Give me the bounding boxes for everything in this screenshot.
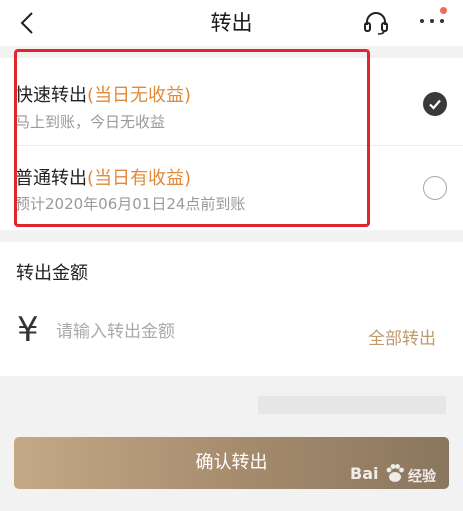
option-fast-desc: 马上到账，今日无收益 <box>15 113 166 131</box>
blurred-info <box>258 396 446 414</box>
currency-symbol: ¥ <box>17 310 39 350</box>
more-icon[interactable] <box>418 19 448 27</box>
paw-icon <box>386 464 404 482</box>
back-icon[interactable] <box>17 10 39 36</box>
customer-service-icon[interactable] <box>362 9 390 37</box>
amount-label: 转出金额 <box>16 263 88 284</box>
option-normal-desc: 预计2020年06月01日24点前到账 <box>15 195 246 213</box>
option-normal-radio[interactable] <box>423 176 447 200</box>
option-fast-label: 快速转出 <box>15 85 87 106</box>
option-normal-label: 普通转出 <box>15 168 87 189</box>
notification-dot <box>440 7 447 14</box>
option-fast-note: (当日无收益) <box>87 85 192 106</box>
option-fast-title[interactable]: 快速转出(当日无收益) <box>15 81 191 107</box>
option-normal-note: (当日有收益) <box>87 168 192 189</box>
watermark-suffix: 经验 <box>408 469 436 485</box>
page-title: 转出 <box>210 11 253 35</box>
option-divider <box>14 145 463 146</box>
transfer-all-button[interactable]: 全部转出 <box>368 324 436 349</box>
baidu-watermark: Bai 经验 <box>350 458 450 494</box>
amount-input[interactable] <box>56 318 346 346</box>
option-fast-radio-checked[interactable] <box>423 92 447 116</box>
check-icon <box>429 99 441 110</box>
watermark-brand: Bai <box>350 464 379 483</box>
option-normal-title[interactable]: 普通转出(当日有收益) <box>15 164 191 190</box>
